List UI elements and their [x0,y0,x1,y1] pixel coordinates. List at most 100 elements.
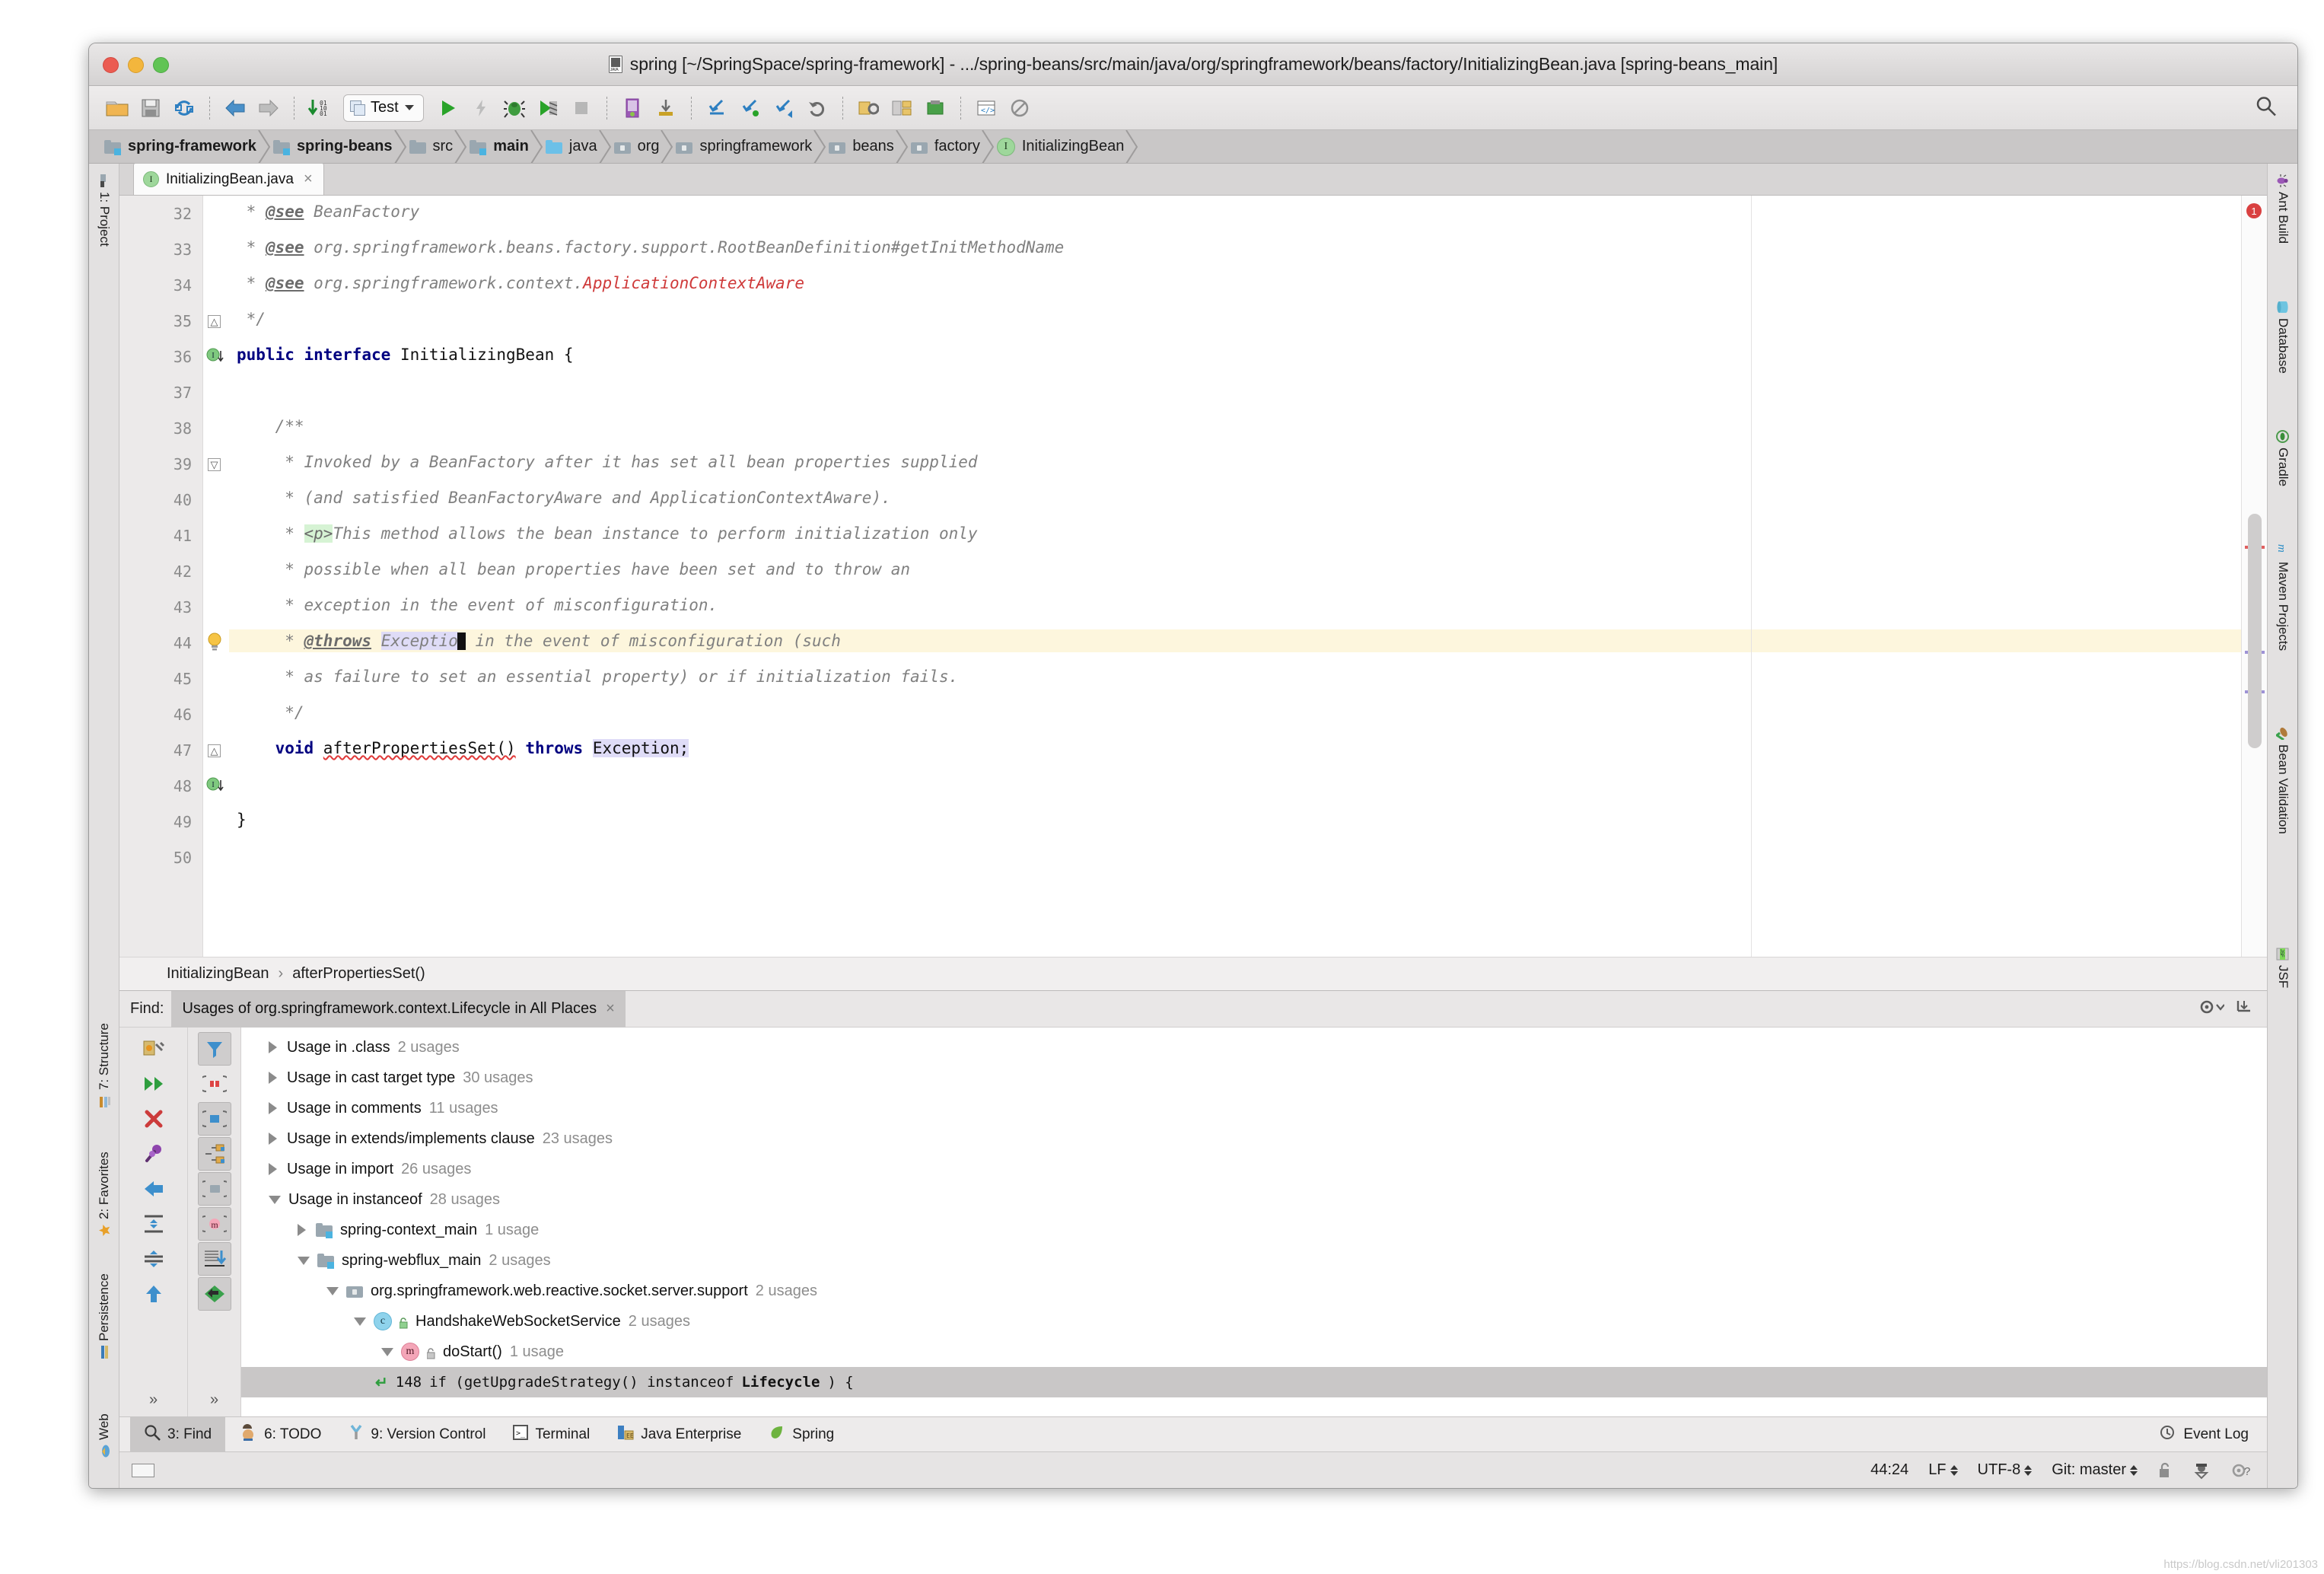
chevron-down-icon[interactable] [298,1256,310,1265]
breadcrumb-class[interactable]: InitializingBean [167,965,269,983]
sidebar-item-favorites[interactable]: 2: Favorites [97,1152,112,1237]
tree-node[interactable]: Usage in cast target type 30 usages [241,1063,2267,1093]
close-icon[interactable]: × [606,1000,615,1018]
code-editor[interactable]: 32 33 34 35 36 37 38 39 40 41 42 43 44 4… [119,196,2267,957]
no-entry-icon[interactable] [1004,92,1036,124]
unlocked-icon[interactable] [2157,1461,2173,1480]
run-configuration-selector[interactable]: Test [343,94,424,122]
tree-node[interactable]: Usage in .class 2 usages [241,1032,2267,1063]
breadcrumb-item-springframework[interactable]: springframework [668,130,826,163]
implemented-marker-icon[interactable]: I [206,348,224,366]
tree-node[interactable]: Usage in extends/implements clause 23 us… [241,1123,2267,1154]
code-content[interactable]: * @see BeanFactory * @see org.springfram… [229,196,2241,957]
autoscroll-icon[interactable] [197,1102,231,1136]
group-by-directory-icon[interactable] [197,1172,231,1206]
breadcrumb-item-java[interactable]: java [538,130,611,163]
chevron-right-icon[interactable] [269,1072,279,1084]
implemented-marker-icon[interactable]: I [206,777,224,795]
breadcrumb-item-beans[interactable]: beans [821,130,908,163]
tool-window-button-todo[interactable]: 6: TODO [225,1417,335,1452]
encoding-selector[interactable]: UTF-8 [1978,1461,2033,1479]
editor-scrollbar[interactable]: 1 [2241,196,2267,957]
search-icon[interactable] [2255,94,2278,121]
breadcrumb-item-src[interactable]: src [402,130,467,163]
tree-node[interactable]: spring-context_main 1 usage [241,1215,2267,1245]
chevron-down-icon[interactable] [381,1347,393,1356]
sidebar-item-persistence[interactable]: Persistence [97,1273,112,1359]
chevron-right-icon[interactable] [269,1163,279,1175]
tool-window-button-find[interactable]: 3: Find [130,1416,226,1452]
web-preview-icon[interactable]: </> [970,92,1002,124]
find-results-tree[interactable]: Usage in .class 2 usages Usage in cast t… [241,1028,2267,1416]
expand-toolbar-chevrons[interactable]: » [210,1391,218,1409]
rerun-settings-icon[interactable] [137,1032,170,1066]
fold-end-icon[interactable]: △ [208,744,221,757]
line-separator-selector[interactable]: LF [1928,1461,1958,1479]
chevron-down-icon[interactable] [404,105,414,110]
chevron-down-icon[interactable] [269,1195,281,1204]
breadcrumb-item-main[interactable]: main [462,130,543,163]
expand-all-icon[interactable] [137,1067,170,1101]
back-icon[interactable] [219,92,251,124]
scroll-up-icon[interactable] [137,1277,170,1311]
fold-end-icon[interactable]: △ [208,315,221,328]
sidebar-item-bean-validation[interactable]: Bean Validation [2275,727,2291,834]
chevron-right-icon[interactable] [269,1102,279,1114]
sidebar-item-web[interactable]: Web [97,1413,112,1458]
sidebar-item-structure[interactable]: 7: Structure [97,1023,112,1107]
collapse-nodes-icon[interactable] [137,1242,170,1276]
window-controls[interactable] [103,57,169,73]
find-result-tab[interactable]: Usages of org.springframework.context.Li… [171,990,626,1028]
scrollbar-thumb[interactable] [2248,514,2262,748]
expand-nodes-icon[interactable] [137,1207,170,1241]
external-tool-icon[interactable] [919,92,951,124]
tree-node[interactable]: m doStart() 1 usage [241,1337,2267,1367]
breadcrumb-item-org[interactable]: org [606,130,673,163]
breadcrumb-item-spring-beans[interactable]: spring-beans [266,130,406,163]
sidebar-item-ant-build[interactable]: Ant Build [2275,174,2291,244]
previous-occurrence-icon[interactable] [137,1172,170,1206]
breadcrumb-item-spring-framework[interactable]: spring-framework [97,130,271,163]
inspector-icon[interactable] [2192,1461,2211,1480]
save-all-icon[interactable] [135,92,167,124]
close-icon[interactable]: × [304,170,313,188]
sort-icon[interactable] [197,1242,231,1276]
sync-icon[interactable] [168,92,200,124]
editor-gutter-markers[interactable]: △ I ▽ △ I [203,196,229,957]
chevron-right-icon[interactable] [298,1224,308,1236]
tool-window-button-java-enterprise[interactable]: EE Java Enterprise [603,1417,755,1452]
find-result-row[interactable]: ↵ 148 if (getUpgradeStrategy() instanceo… [241,1367,2267,1397]
coverage-icon[interactable] [532,92,564,124]
tree-node[interactable]: c HandshakeWebSocketService 2 usages [241,1306,2267,1337]
tool-window-button-terminal[interactable]: >_ Terminal [499,1417,603,1452]
sidebar-item-jsf[interactable]: JSF JSF [2275,948,2291,988]
caret-position[interactable]: 44:24 [1870,1461,1909,1479]
branch-selector[interactable]: Git: master [2052,1461,2138,1479]
android-device-icon[interactable] [616,92,648,124]
sidebar-item-maven-projects[interactable]: m Maven Projects [2275,544,2291,651]
vcs-update-icon[interactable] [701,92,733,124]
sidebar-item-database[interactable]: Database [2275,301,2291,374]
install-icon[interactable] [650,92,682,124]
pin-icon[interactable] [137,1137,170,1171]
run-fast-icon[interactable] [465,92,497,124]
group-by-module-icon[interactable]: m [197,1207,231,1241]
project-structure-icon[interactable] [886,92,918,124]
gear-dropdown-icon[interactable] [2198,998,2225,1020]
chevron-down-icon[interactable] [326,1286,339,1295]
close-window-button[interactable] [103,57,119,73]
vcs-commit-icon[interactable] [734,92,766,124]
tree-node[interactable]: spring-webflux_main 2 usages [241,1245,2267,1276]
sidebar-item-project[interactable]: 1: Project [97,174,112,247]
compile-icon[interactable]: 01 10 01 [304,92,336,124]
breadcrumb-item-initializingbean[interactable]: I InitializingBean [989,130,1138,163]
sidebar-item-gradle[interactable]: Gradle [2275,430,2291,486]
editor-gutter[interactable]: 32 33 34 35 36 37 38 39 40 41 42 43 44 4… [119,196,203,957]
settings-icon[interactable] [852,92,884,124]
chevron-right-icon[interactable] [269,1133,279,1145]
tree-node[interactable]: Usage in import 26 usages [241,1154,2267,1184]
editor-tab-initializingbean[interactable]: I InitializingBean.java × [133,163,324,195]
tree-node[interactable]: Usage in instanceof 28 usages [241,1184,2267,1215]
run-icon[interactable] [431,92,463,124]
stop-icon[interactable] [565,92,597,124]
